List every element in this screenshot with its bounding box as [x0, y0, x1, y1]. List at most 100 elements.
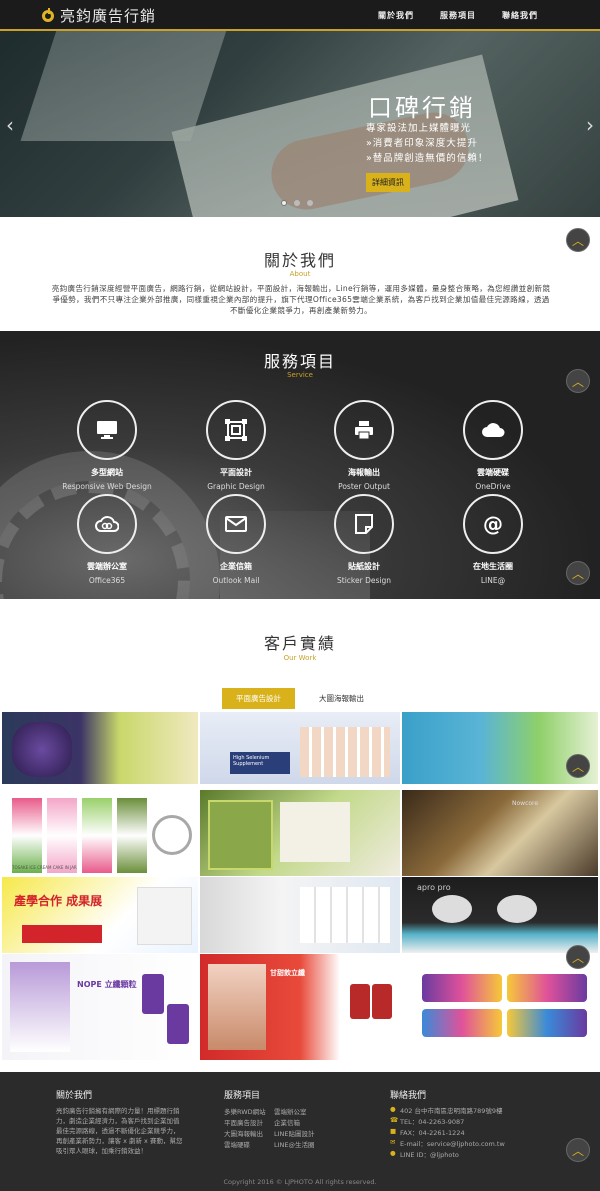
service-circle[interactable] — [206, 494, 266, 554]
service-name: 海報輸出 — [348, 468, 380, 477]
portfolio-tile[interactable]: apro pro — [402, 877, 598, 953]
service-item-mail[interactable]: 企業信箱 Outlook Mail — [171, 494, 301, 585]
footer-link[interactable]: 多樂RWD網站 — [224, 1106, 266, 1116]
service-item-onedrive[interactable]: 雲端硬碟 OneDrive — [428, 400, 558, 491]
scroll-top-button[interactable]: ︿ — [566, 369, 590, 393]
service-name: 平面設計 — [220, 468, 252, 477]
service-name: 在地生活圈 — [473, 562, 513, 571]
hero-line-1: 專家設法加上媒體曝光 — [366, 123, 472, 134]
next-slide-icon[interactable]: › — [586, 113, 594, 137]
logo-icon — [42, 7, 54, 22]
line-icon: ● — [390, 1149, 396, 1157]
chevron-up-icon: ︿ — [571, 759, 584, 774]
footer-link[interactable]: 雲端辦公室 — [274, 1106, 307, 1116]
mail-icon — [225, 516, 247, 532]
hero-line-2: »消費者印象深度大提升 — [366, 138, 478, 149]
about-subtitle: About — [289, 270, 311, 278]
footer-tel[interactable]: TEL：04-2263-9087 — [400, 1116, 464, 1126]
at-icon: @ — [483, 512, 503, 536]
printer-icon — [355, 421, 373, 440]
about-text: 亮鈞廣告行銷深度經營平面廣告，網路行銷，從網站設計，平面設計，海報輸出，Line… — [51, 284, 551, 315]
carousel-dot[interactable] — [294, 200, 300, 206]
cloud-icon — [482, 423, 505, 437]
scroll-top-button[interactable]: ︿ — [566, 228, 590, 252]
service-circle[interactable]: @ — [463, 494, 523, 554]
service-circle[interactable] — [206, 400, 266, 460]
service-item-office365[interactable]: 雲端辦公室 Office365 — [42, 494, 172, 585]
tile-caption: TOSAKE ICE CREAM CAKE IN JAR — [12, 865, 77, 870]
carousel-dot[interactable] — [281, 200, 287, 206]
scroll-top-button[interactable]: ︿ — [566, 1138, 590, 1162]
chevron-up-icon: ︿ — [571, 566, 584, 581]
footer-line-id[interactable]: LINE ID：@ljphoto — [400, 1149, 459, 1159]
portfolio-tile[interactable] — [200, 790, 400, 876]
service-item-graphic[interactable]: 平面設計 Graphic Design — [171, 400, 301, 491]
service-name: 雲端硬碟 — [477, 468, 509, 477]
portfolio-tile[interactable]: Nowcore — [402, 790, 598, 876]
tile-caption: NOPE 立纖顆粒 — [77, 980, 137, 989]
service-en: OneDrive — [475, 482, 511, 491]
portfolio-tile[interactable]: High Selenium Supplement — [200, 712, 400, 784]
nav-item-contact[interactable]: 聯絡我們 — [502, 10, 538, 21]
tile-caption: 甘甜飲立纖 — [270, 969, 305, 977]
work-subtitle: Our Work — [283, 654, 317, 662]
portfolio-tile[interactable] — [402, 954, 598, 1060]
footer-link[interactable]: 企業信箱 — [274, 1117, 300, 1127]
portfolio-tile[interactable]: 甘甜飲立纖 — [200, 954, 400, 1060]
portfolio-tile[interactable]: NOPE 立纖顆粒 — [2, 954, 198, 1060]
carousel-dot[interactable] — [307, 200, 313, 206]
nav-item-about[interactable]: 關於我們 — [378, 10, 414, 21]
service-subtitle: Service — [287, 371, 313, 379]
link-cloud-icon — [95, 516, 119, 532]
footer-link[interactable]: LINE貼圖設計 — [274, 1128, 315, 1138]
portfolio-tile[interactable] — [2, 712, 198, 784]
footer-link[interactable]: LINE@生活圈 — [274, 1139, 315, 1149]
service-item-line[interactable]: @ 在地生活圈 LINE@ — [428, 494, 558, 585]
about-title: 關於我們 — [263, 251, 336, 270]
brand-logo[interactable]: 亮鈞廣告行銷 — [42, 5, 156, 26]
service-en: Responsive Web Design — [62, 482, 152, 491]
scroll-top-button[interactable]: ︿ — [566, 945, 590, 969]
brand-name: 亮鈞廣告行銷 — [60, 7, 157, 25]
hero-line-3: »替品牌創造無價的信賴！ — [366, 153, 489, 164]
service-item-poster[interactable]: 海報輸出 Poster Output — [299, 400, 429, 491]
portfolio-tile[interactable]: TOSAKE ICE CREAM CAKE IN JAR — [2, 790, 198, 876]
portfolio-grid: High Selenium Supplement TOSAKE ICE CREA… — [0, 712, 600, 1060]
footer: 關於我們 亮鈞廣告行銷擁有網際的力量！用標題行銷力，劇造企業經濟力，為客戶找到企… — [0, 1072, 600, 1191]
service-item-web[interactable]: 多型網站 Responsive Web Design — [42, 400, 172, 491]
work-title: 客戶實績 — [263, 634, 336, 653]
nav-item-service[interactable]: 服務項目 — [440, 10, 476, 21]
chevron-up-icon: ︿ — [571, 1143, 584, 1158]
fax-icon: ■ — [390, 1127, 397, 1135]
service-circle[interactable] — [77, 494, 137, 554]
footer-link[interactable]: 平面廣告設計 — [224, 1117, 263, 1127]
footer-link[interactable]: 大圖海報輸出 — [224, 1128, 263, 1138]
tab-poster-output[interactable]: 大圖海報輸出 — [305, 688, 378, 709]
tile-caption: 產學合作 成果展 — [14, 894, 103, 908]
service-circle[interactable] — [334, 494, 394, 554]
footer-contact-title: 聯絡我們 — [390, 1091, 427, 1101]
service-item-sticker[interactable]: 貼紙設計 Sticker Design — [299, 494, 429, 585]
scroll-top-button[interactable]: ︿ — [566, 561, 590, 585]
phone-icon: ☎ — [390, 1116, 399, 1124]
service-circle[interactable] — [463, 400, 523, 460]
hero-detail-button[interactable]: 詳細資訊 — [366, 173, 410, 192]
service-title: 服務項目 — [263, 352, 336, 371]
prev-slide-icon[interactable]: ‹ — [6, 113, 14, 137]
service-circle[interactable] — [334, 400, 394, 460]
service-circle[interactable] — [77, 400, 137, 460]
chevron-up-icon: ︿ — [571, 950, 584, 965]
scroll-top-button[interactable]: ︿ — [566, 754, 590, 778]
monitor-icon — [97, 421, 117, 439]
tab-graphic-ads[interactable]: 平面廣告設計 — [222, 688, 295, 709]
tile-caption: apro pro — [417, 883, 451, 892]
location-icon: ● — [390, 1105, 396, 1113]
footer-email[interactable]: E-mail：service@ljphoto.com.tw — [400, 1138, 505, 1148]
footer-link[interactable]: 雲端硬碟 — [224, 1139, 250, 1149]
service-name: 多型網站 — [91, 468, 123, 477]
email-icon: ✉ — [390, 1138, 396, 1146]
service-en: LINE@ — [480, 576, 506, 585]
footer-about-text: 亮鈞廣告行銷擁有網際的力量！用標題行銷力，劇造企業經濟力，為客戶找到企業加值最佳… — [56, 1107, 183, 1155]
portfolio-tile[interactable] — [200, 877, 400, 953]
portfolio-tile[interactable]: 產學合作 成果展 — [2, 877, 198, 953]
